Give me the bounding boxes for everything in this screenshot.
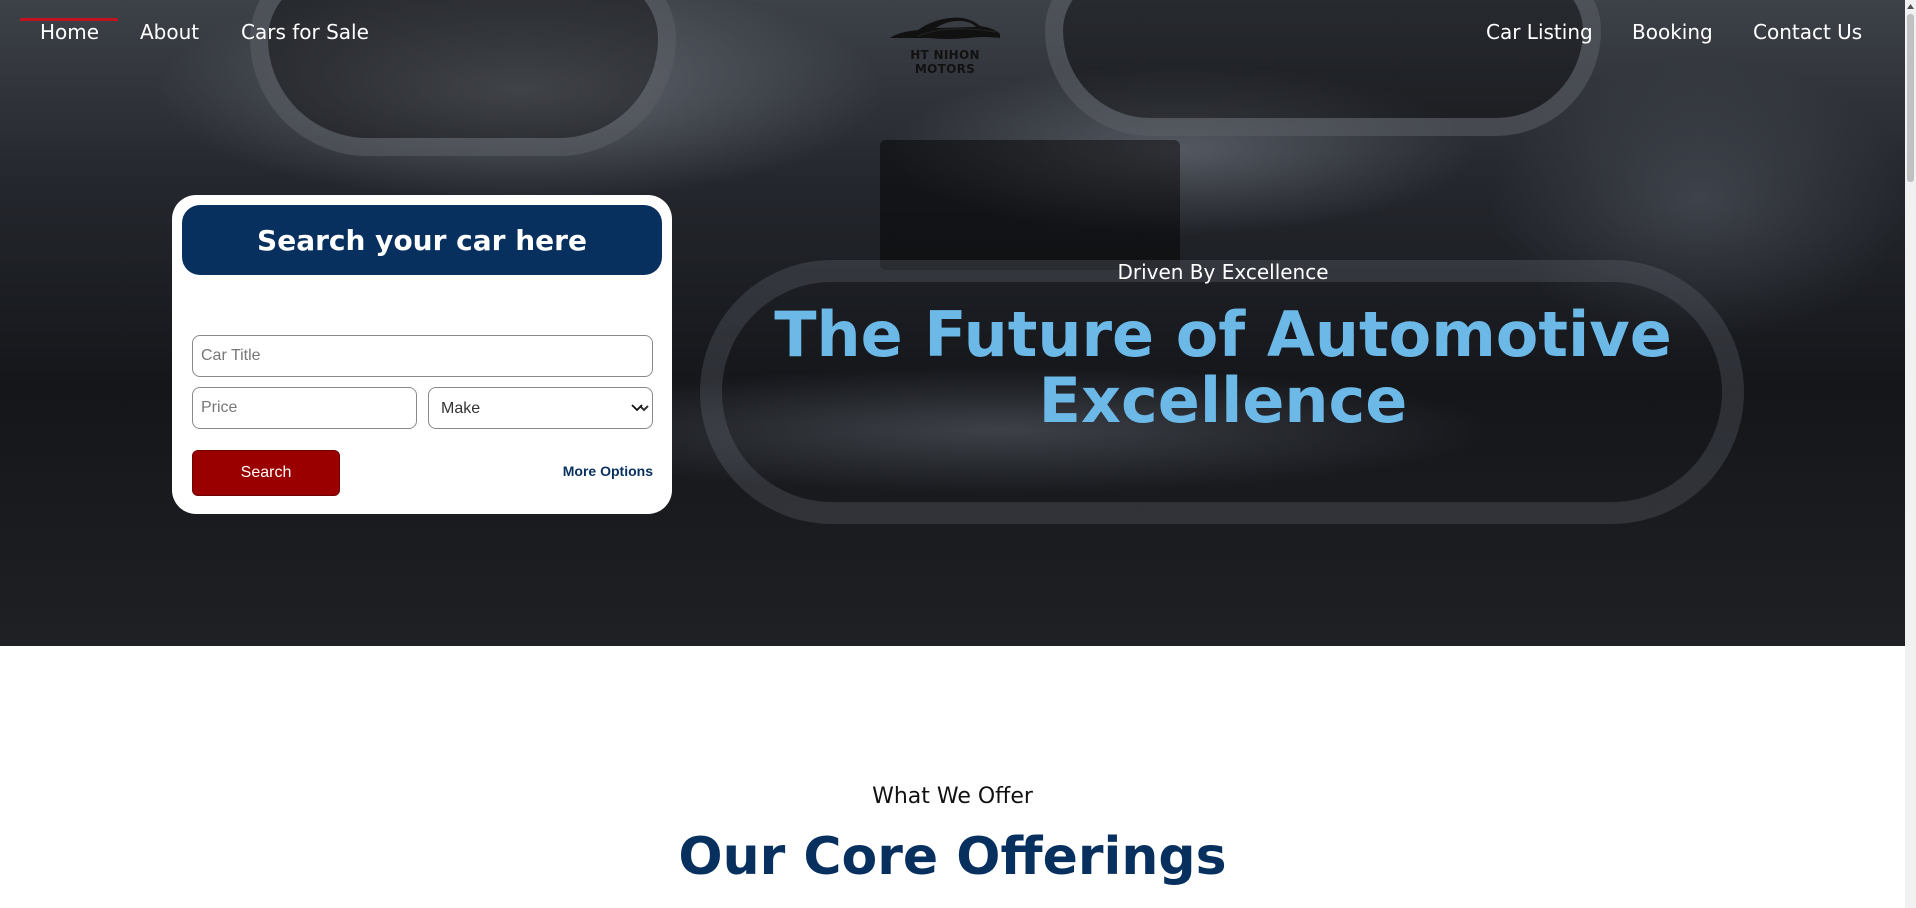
nav-cars-for-sale-link[interactable]: Cars for Sale [241, 18, 369, 46]
nav-booking-link[interactable]: Booking [1632, 18, 1713, 46]
more-options-link[interactable]: More Options [563, 463, 653, 479]
logo-text: HT NIHON MOTORS [910, 48, 980, 76]
car-silhouette-icon [890, 17, 1000, 39]
site-logo[interactable]: HT NIHON MOTORS [880, 14, 1010, 76]
car-title-input[interactable] [192, 335, 653, 377]
hero-background-plate [880, 140, 1180, 270]
offerings-title: Our Core Offerings [678, 827, 1227, 887]
scroll-up-arrow-icon[interactable] [1905, 0, 1916, 12]
page: Home About Cars for Sale HT NIHON MOTORS… [0, 0, 1905, 908]
page-scrollbar[interactable] [1905, 0, 1916, 908]
make-select[interactable]: Make [428, 387, 653, 429]
nav-about-link[interactable]: About [140, 18, 199, 46]
nav-car-listing-link[interactable]: Car Listing [1486, 18, 1593, 46]
main-nav: Home About Cars for Sale HT NIHON MOTORS… [0, 0, 1905, 76]
price-input[interactable] [192, 387, 417, 429]
search-button[interactable]: Search [192, 450, 340, 496]
search-card-heading: Search your car here [182, 205, 662, 275]
offerings-kicker: What We Offer [872, 784, 1033, 809]
hero-title: The Future of Automotive Excellence [774, 298, 1672, 437]
nav-home-link[interactable]: Home [40, 18, 99, 46]
make-select-wrapper: Make [428, 387, 653, 429]
scrollbar-thumb[interactable] [1907, 14, 1914, 182]
hero-section: Home About Cars for Sale HT NIHON MOTORS… [0, 0, 1905, 646]
nav-contact-us-link[interactable]: Contact Us [1753, 18, 1862, 46]
hero-kicker: Driven By Excellence [1117, 260, 1329, 284]
search-card: Search your car here Make Search More Op… [172, 195, 672, 514]
